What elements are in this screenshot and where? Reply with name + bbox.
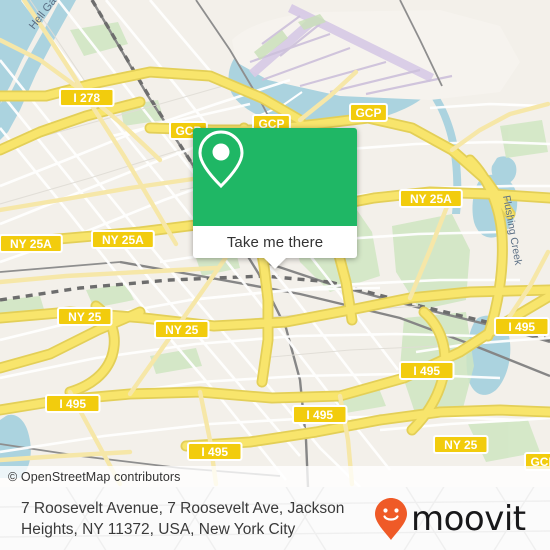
road-shield: I 495 [494,317,550,336]
road-shield-label: GCP [355,106,381,120]
road-shield: I 278 [59,88,115,107]
card-pin-area [193,128,357,226]
footer-bar: 7 Roosevelt Avenue, 7 Roosevelt Ave, Jac… [0,487,550,550]
road-shield: I 495 [45,394,101,413]
road-shield-label: I 495 [306,408,333,422]
road-shield-label: I 495 [508,320,535,334]
road-shield-label: NY 25A [102,233,144,247]
moovit-smiling-pin-icon [375,497,407,540]
road-shield-label: I 495 [59,397,86,411]
road-shield-label: NY 25A [410,192,452,206]
take-me-there-card[interactable]: Take me there [193,128,357,269]
road-shield: NY 25 [154,320,210,339]
map-attribution: © OpenStreetMap contributors [0,466,550,487]
moovit-logo[interactable]: moovit [374,497,526,541]
card-action-area[interactable]: Take me there [193,226,357,269]
map-pin-icon [198,130,244,189]
road-shield-label: I 495 [201,445,228,459]
card-pointer [264,258,286,269]
road-shield: I 495 [187,442,243,461]
road-shield-label: I 278 [73,91,100,105]
map-attribution-text: © OpenStreetMap contributors [8,469,181,484]
road-shield: I 495 [399,361,455,380]
road-shield: NY 25 [57,307,113,326]
road-shield: NY 25A [399,189,463,208]
moovit-map-screenshot: I 278 GCP GCP GCP NY 25A NY 25A NY 25A NY 25 NY … [0,0,550,550]
road-shield: I 495 [292,405,348,424]
moovit-wordmark: moovit [411,498,526,539]
road-shield-label: I 495 [413,364,440,378]
road-shield-label: NY 25 [68,310,101,324]
road-shield: NY 25A [91,230,155,249]
road-shield: GCP [349,103,388,122]
road-shield-label: NY 25A [10,237,52,251]
take-me-there-label: Take me there [226,233,324,251]
address-text: 7 Roosevelt Avenue, 7 Roosevelt Ave, Jac… [21,499,345,538]
road-shield-label: NY 25 [165,323,198,337]
road-shield: NY 25A [0,234,63,253]
road-shield-label: NY 25 [444,438,477,452]
map-canvas[interactable]: I 278 GCP GCP GCP NY 25A NY 25A NY 25A NY 25 NY … [0,0,550,487]
road-shield: NY 25 [433,435,489,454]
